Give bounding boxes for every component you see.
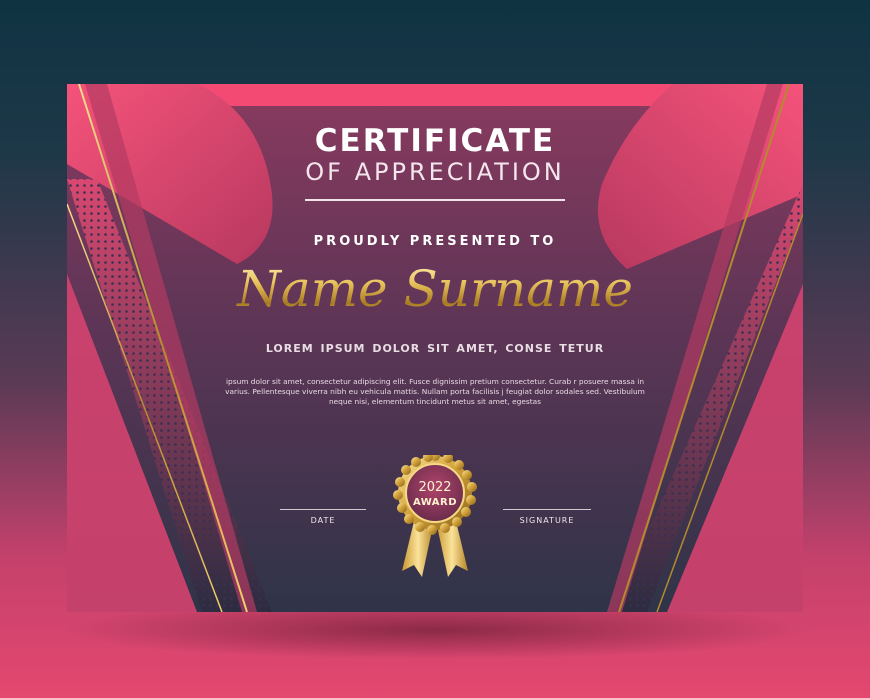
signature-label: SIGNATURE — [519, 516, 575, 525]
medal-label: AWARD — [412, 497, 458, 508]
date-label: DATE — [310, 516, 336, 525]
recipient-name: Name Surname — [0, 260, 870, 318]
certificate-body-text: ipsum dolor sit amet, consectetur adipis… — [225, 377, 645, 407]
date-line — [280, 509, 366, 510]
presented-to-label: PROUDLY PRESENTED TO — [313, 234, 557, 249]
signature-line — [503, 509, 591, 510]
medal-year: 2022 — [418, 480, 452, 495]
award-medal-icon: 2022 AWARD — [392, 455, 478, 581]
title-divider — [305, 199, 565, 201]
certificate-title: CERTIFICATE — [314, 123, 556, 159]
recipient-subtitle: LOREM IPSUM DOLOR SIT AMET, CONSE TETUR — [265, 342, 605, 355]
certificate-subtitle-title: OF APPRECIATION — [305, 158, 565, 186]
